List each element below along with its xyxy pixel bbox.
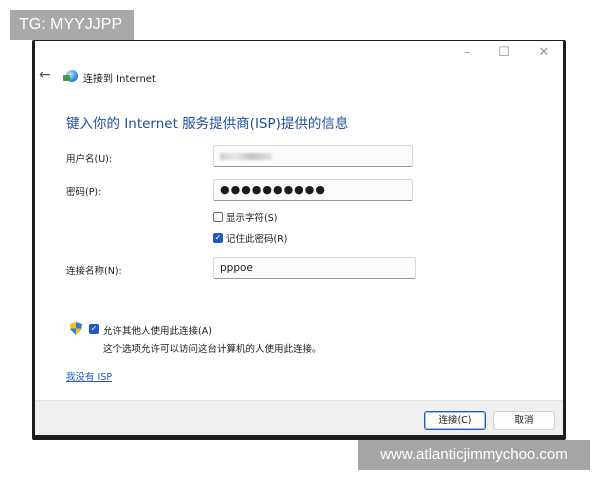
maximize-button[interactable]: ☐ <box>490 43 518 63</box>
connect-to-internet-dialog: – ☐ ✕ ← 连接到 Internet 键入你的 Internet 服务提供商… <box>35 41 563 435</box>
close-button[interactable]: ✕ <box>530 43 558 63</box>
remember-password-checkbox[interactable]: ✓ <box>213 233 223 243</box>
connect-button[interactable]: 连接(C) <box>424 411 486 430</box>
password-input[interactable]: ●●●●●●●●●● <box>213 179 413 201</box>
allow-others-label: 允许其他人使用此连接(A) <box>103 326 212 337</box>
show-characters-checkbox[interactable] <box>213 212 223 222</box>
watermark-bottom: www.atlanticjimmychoo.com <box>358 440 590 470</box>
password-label: 密码(P): <box>66 187 102 198</box>
watermark-top: TG: MYYJJPP <box>10 10 134 40</box>
connection-name-input[interactable]: pppoe <box>213 257 416 279</box>
page-heading: 键入你的 Internet 服务提供商(ISP)提供的信息 <box>66 116 349 132</box>
username-label: 用户名(U): <box>66 154 113 165</box>
username-value <box>220 153 272 160</box>
connection-name-label: 连接名称(N): <box>66 266 122 277</box>
no-isp-link[interactable]: 我没有 ISP <box>66 369 112 383</box>
network-globe-icon <box>63 70 78 82</box>
username-input[interactable] <box>213 145 413 167</box>
minimize-button[interactable]: – <box>453 43 481 63</box>
back-arrow-icon[interactable]: ← <box>39 67 51 83</box>
remember-password-label: 记住此密码(R) <box>226 234 288 245</box>
uac-shield-icon <box>70 322 82 335</box>
window-title: 连接到 Internet <box>83 74 156 85</box>
allow-others-note: 这个选项允许可以访问这台计算机的人使用此连接。 <box>103 344 322 355</box>
cancel-button[interactable]: 取消 <box>493 411 555 430</box>
show-characters-label: 显示字符(S) <box>226 213 278 224</box>
allow-others-checkbox[interactable]: ✓ <box>89 324 99 334</box>
